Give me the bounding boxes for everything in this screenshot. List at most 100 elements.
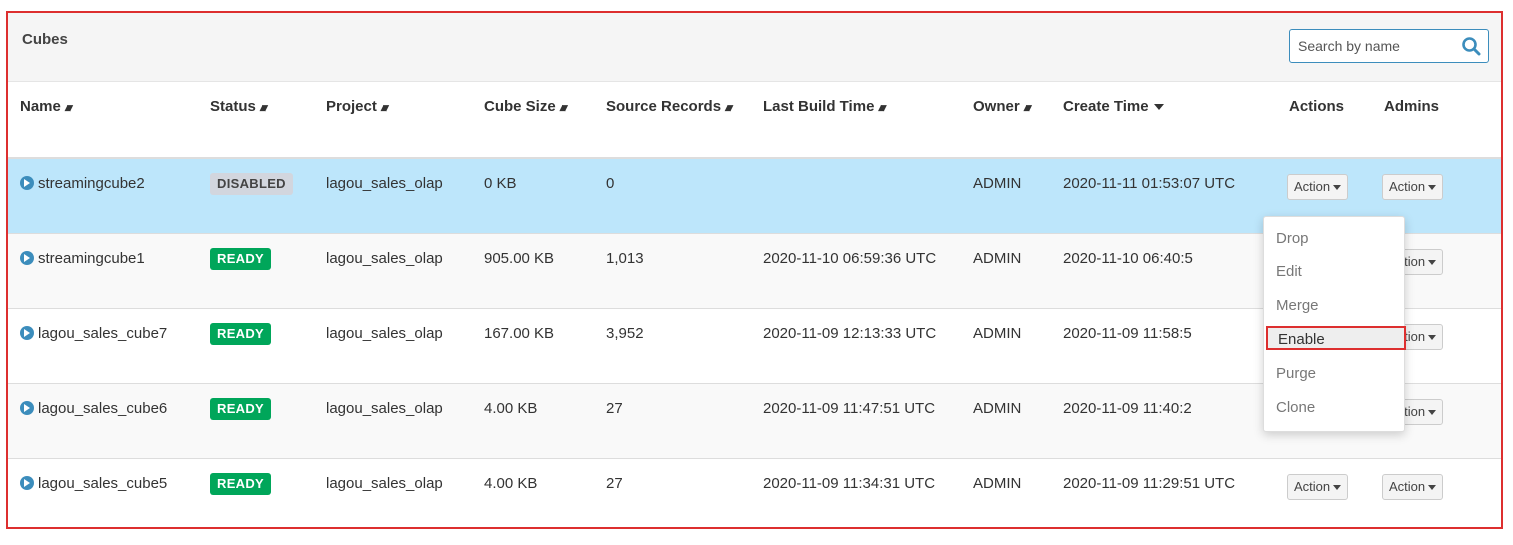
cell-records: 0 — [594, 157, 751, 233]
column-header-last-build-time[interactable]: Last Build Time ▴▾ — [751, 82, 961, 159]
expand-arrow-icon[interactable] — [20, 176, 34, 190]
admin-action-button[interactable]: Action — [1382, 473, 1444, 500]
cell-created: 2020-11-09 11:58:5 — [1051, 307, 1277, 383]
cell-text: 167.00 KB — [484, 324, 555, 342]
sort-icon[interactable]: ▴▾ — [560, 102, 568, 114]
expand-arrow-icon[interactable] — [20, 250, 34, 265]
cell-last-build: 2020-11-09 12:13:33 UTC — [751, 307, 961, 383]
action-button-label: Action — [1294, 179, 1331, 194]
cell-records: 3,952 — [594, 307, 751, 383]
search-icon[interactable] — [1461, 36, 1481, 56]
cell-created: 2020-11-10 06:40:5 — [1051, 232, 1277, 308]
sort-icon[interactable]: ▴▾ — [65, 102, 73, 114]
cell-text: ADMIN — [973, 249, 1022, 267]
search-box[interactable] — [1289, 29, 1489, 63]
cube-name[interactable]: streamingcube1 — [38, 250, 145, 267]
cell-text: lagou_sales_olap — [326, 474, 443, 492]
column-header-label: Admins — [1384, 98, 1440, 115]
cell-status: READY — [198, 307, 314, 383]
status-badge: READY — [210, 247, 272, 270]
cell-text: 2020-11-09 11:40:2 — [1063, 399, 1192, 417]
menu-item-enable[interactable]: Enable — [1266, 326, 1406, 350]
column-header-create-time[interactable]: Create Time — [1051, 82, 1277, 159]
expand-arrow-icon[interactable] — [20, 475, 34, 490]
cube-name[interactable]: lagou_sales_cube6 — [38, 400, 167, 417]
cell-name: streamingcube1 — [8, 232, 198, 308]
cube-name[interactable]: lagou_sales_cube5 — [38, 475, 167, 492]
search-input[interactable] — [1290, 30, 1450, 62]
cell-project: lagou_sales_olap — [314, 307, 472, 383]
cell-project: lagou_sales_olap — [314, 457, 472, 527]
column-header-label: Create Time — [1063, 98, 1149, 115]
cell-text: 27 — [606, 399, 623, 417]
column-header-label: Project — [326, 98, 377, 115]
action-button-label: Action — [1294, 478, 1331, 494]
caret-down-icon — [1333, 185, 1342, 191]
column-header-label: Actions — [1289, 98, 1345, 115]
cell-last-build: 2020-11-09 11:47:51 UTC — [751, 382, 961, 458]
admin-action-button[interactable]: Action — [1382, 174, 1444, 200]
menu-item-clone[interactable]: Clone — [1276, 396, 1315, 420]
cell-status: READY — [198, 232, 314, 308]
cell-text: 2020-11-09 11:29:51 UTC — [1063, 474, 1236, 492]
expand-arrow-icon[interactable] — [20, 325, 34, 340]
column-header-admins: Admins — [1372, 82, 1501, 159]
sort-icon[interactable]: ▴▾ — [260, 102, 268, 114]
cell-text: 0 KB — [484, 175, 517, 192]
cell-status: DISABLED — [198, 157, 314, 233]
cell-text: ADMIN — [973, 474, 1022, 492]
column-header-owner[interactable]: Owner ▴▾ — [961, 82, 1051, 159]
cell-size: 4.00 KB — [472, 382, 594, 458]
cell-last-build: 2020-11-09 11:34:31 UTC — [751, 457, 961, 527]
cell-name: lagou_sales_cube5 — [8, 457, 198, 527]
menu-item-purge[interactable]: Purge — [1276, 362, 1316, 386]
action-dropdown-menu: Drop Edit Merge Enable Purge Clone — [1263, 216, 1406, 432]
panel-header: Cubes — [8, 13, 1501, 82]
cell-text: lagou_sales_olap — [326, 324, 443, 342]
action-button-label: Action — [1389, 179, 1426, 194]
sort-icon[interactable]: ▴▾ — [1024, 102, 1032, 114]
cell-action: Action — [1277, 457, 1372, 527]
cell-records: 1,013 — [594, 232, 751, 308]
cube-name[interactable]: streamingcube2 — [38, 175, 145, 192]
cell-name: lagou_sales_cube6 — [8, 382, 198, 458]
action-button[interactable]: Action — [1287, 174, 1349, 200]
column-header-name[interactable]: Name ▴▾ — [8, 82, 198, 159]
cell-text: ADMIN — [973, 399, 1022, 417]
column-header-cube-size[interactable]: Cube Size ▴▾ — [472, 82, 594, 159]
sort-icon[interactable]: ▴▾ — [381, 102, 389, 114]
cube-name[interactable]: lagou_sales_cube7 — [38, 325, 167, 342]
caret-down-icon — [1428, 484, 1437, 490]
cell-text: 2020-11-09 11:34:31 UTC — [763, 474, 936, 492]
column-header-source-records[interactable]: Source Records ▴▾ — [594, 82, 751, 159]
status-badge: READY — [210, 397, 272, 420]
cell-text: 1,013 — [606, 249, 644, 267]
cell-project: lagou_sales_olap — [314, 232, 472, 308]
cell-text: ADMIN — [973, 175, 1022, 192]
cell-text: lagou_sales_olap — [326, 399, 443, 417]
cell-name: streamingcube2 — [8, 157, 198, 233]
sort-icon[interactable]: ▴▾ — [725, 102, 733, 114]
cell-size: 167.00 KB — [472, 307, 594, 383]
action-button[interactable]: Action — [1287, 473, 1349, 500]
cell-name: lagou_sales_cube7 — [8, 307, 198, 383]
column-header-label: Last Build Time — [763, 98, 875, 115]
sort-icon[interactable]: ▴▾ — [878, 102, 886, 114]
sort-desc-icon[interactable] — [1153, 104, 1164, 111]
menu-item-merge[interactable]: Merge — [1276, 294, 1319, 318]
menu-item-edit[interactable]: Edit — [1276, 260, 1302, 284]
panel-title: Cubes — [22, 31, 68, 48]
cell-created: 2020-11-09 11:29:51 UTC — [1051, 457, 1277, 527]
menu-item-drop[interactable]: Drop — [1276, 227, 1309, 251]
column-header-status[interactable]: Status ▴▾ — [198, 82, 314, 159]
cell-text: 4.00 KB — [484, 474, 538, 492]
action-button-label: Action — [1389, 478, 1426, 494]
cell-text: 4.00 KB — [484, 399, 538, 417]
cell-status: READY — [198, 457, 314, 527]
column-header-project[interactable]: Project ▴▾ — [314, 82, 472, 159]
table-row[interactable]: lagou_sales_cube5 READY lagou_sales_olap 4.… — [8, 457, 1501, 527]
expand-arrow-icon[interactable] — [20, 400, 34, 415]
column-header-label: Name — [20, 98, 61, 115]
cell-text: ADMIN — [973, 324, 1022, 342]
caret-down-icon — [1428, 334, 1437, 340]
